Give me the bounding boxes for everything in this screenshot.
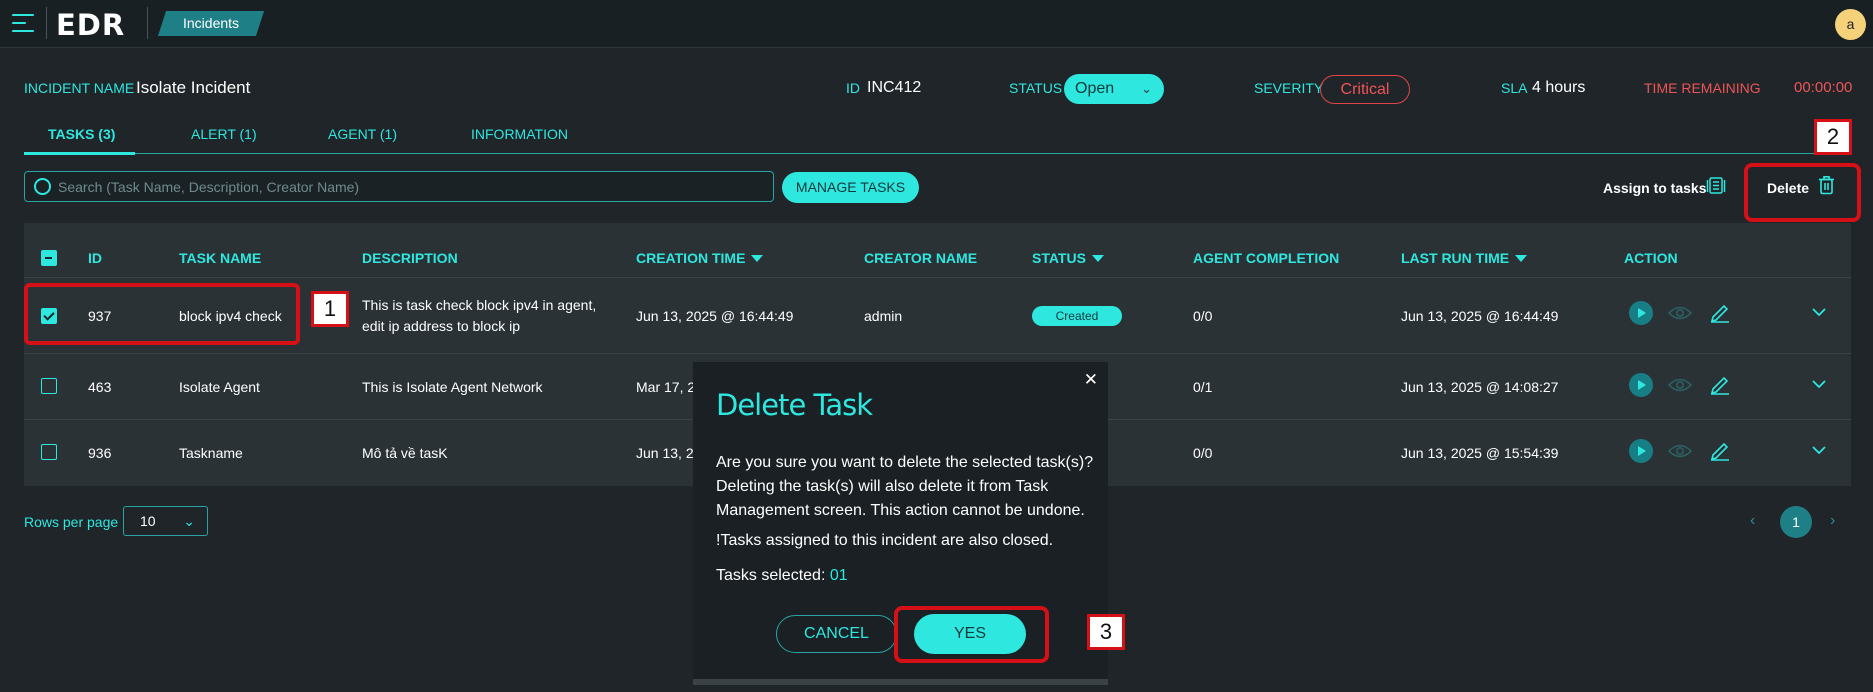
agent-completion: 0/0 (1193, 445, 1213, 461)
manage-tasks-button[interactable]: MANAGE TASKS (782, 172, 919, 203)
column-header-id[interactable]: ID (88, 250, 102, 266)
tab-divider (24, 153, 1851, 154)
time-remaining: 00:00:00 (1794, 79, 1853, 96)
column-header-status[interactable]: STATUS (1032, 250, 1104, 266)
next-page-icon[interactable]: › (1830, 512, 1835, 530)
callout-box-2 (1744, 163, 1861, 222)
task-description: This is task check block ipv4 in agent, (362, 297, 597, 313)
agent-completion: 0/1 (1193, 379, 1213, 395)
chevron-down-icon: ⌄ (183, 513, 195, 529)
task-description: Mô tả về tasK (362, 445, 448, 461)
search-icon (34, 178, 51, 195)
divider (147, 7, 148, 39)
expand-row-icon[interactable] (1812, 446, 1826, 455)
last-run-time: Jun 13, 2025 @ 14:08:27 (1401, 379, 1559, 395)
last-run-time: Jun 13, 2025 @ 16:44:49 (1401, 308, 1559, 324)
row-checkbox[interactable] (41, 378, 57, 394)
sla-label: SLA (1501, 80, 1528, 96)
creation-time: Jun 13, 2025 @ 16:44:49 (636, 308, 794, 324)
status-badge: Created (1032, 306, 1122, 326)
callout-box-3 (894, 606, 1049, 663)
dialog-warning: !Tasks assigned to this incident are als… (716, 532, 1054, 549)
column-header-creation-time[interactable]: CREATION TIME (636, 250, 764, 266)
select-all-checkbox[interactable] (41, 250, 57, 266)
task-name: Taskname (179, 445, 243, 461)
column-header-description[interactable]: DESCRIPTION (362, 250, 458, 266)
filter-icon[interactable] (1091, 255, 1104, 262)
run-icon[interactable] (1629, 439, 1653, 463)
sla-value: 4 hours (1532, 79, 1586, 96)
assign-to-tasks-label[interactable]: Assign to tasks (1603, 180, 1706, 196)
tab-alert[interactable]: ALERT (1) (191, 126, 257, 142)
dialog-title: Delete Task (716, 388, 873, 422)
close-icon[interactable]: ✕ (1084, 370, 1098, 390)
creator-name: admin (864, 308, 903, 324)
app-logo: EDR (56, 8, 126, 42)
tasks-selected-count: 01 (829, 567, 848, 584)
row-checkbox[interactable] (41, 444, 57, 460)
expand-row-icon[interactable] (1812, 380, 1826, 389)
rows-per-page-select[interactable]: 10 ⌄ (123, 506, 208, 536)
rows-per-page-label: Rows per page (24, 514, 119, 530)
incident-id-label: ID (846, 80, 860, 96)
edit-icon[interactable] (1710, 374, 1730, 395)
run-icon[interactable] (1629, 373, 1653, 397)
callout-box-1 (24, 283, 300, 345)
chevron-down-icon: ⌄ (1141, 81, 1152, 96)
search-input[interactable] (58, 176, 758, 198)
user-avatar[interactable]: a (1835, 9, 1866, 40)
expand-row-icon[interactable] (1812, 308, 1826, 317)
cancel-button[interactable]: CANCEL (776, 615, 897, 653)
tab-agent[interactable]: AGENT (1) (328, 126, 397, 142)
tasks-selected-text: Tasks selected: 01 (716, 567, 848, 585)
status-select[interactable]: Open ⌄ (1064, 74, 1164, 104)
page-number-current[interactable]: 1 (1780, 506, 1812, 538)
task-description: This is Isolate Agent Network (362, 379, 543, 395)
task-id: 463 (88, 379, 112, 395)
time-remaining-label: TIME REMAINING (1644, 80, 1761, 96)
column-header-last-run-time[interactable]: LAST RUN TIME (1401, 250, 1528, 266)
callout-number-2: 2 (1814, 119, 1852, 155)
top-bar: EDR Incidents a (0, 0, 1873, 48)
severity-label: SEVERITY (1254, 80, 1324, 96)
view-icon[interactable] (1668, 443, 1692, 459)
divider (46, 7, 47, 39)
creation-time: Jun 13, 20 (636, 445, 702, 461)
view-icon[interactable] (1668, 377, 1692, 393)
menu-icon[interactable] (12, 12, 36, 34)
column-header-creator-name[interactable]: CREATOR NAME (864, 250, 977, 266)
incident-name-label: INCIDENT NAME (24, 80, 135, 96)
filter-icon[interactable] (751, 255, 764, 262)
breadcrumb-incidents[interactable]: Incidents (157, 11, 265, 36)
search-box (24, 171, 774, 202)
active-tab-indicator (24, 152, 135, 155)
creation-time: Mar 17, 2 (636, 379, 696, 395)
tab-information[interactable]: INFORMATION (471, 126, 568, 142)
run-icon[interactable] (1629, 301, 1653, 325)
task-name: Isolate Agent (179, 379, 260, 395)
tasks-selected-label: Tasks selected: (716, 567, 826, 584)
edit-icon[interactable] (1710, 302, 1730, 323)
severity-badge: Critical (1320, 75, 1410, 104)
status-label: STATUS (1009, 80, 1063, 96)
column-header-agent-completion[interactable]: AGENT COMPLETION (1193, 250, 1339, 266)
column-header-task-name[interactable]: TASK NAME (179, 250, 261, 266)
agent-completion: 0/0 (1193, 308, 1213, 324)
callout-number-3: 3 (1087, 614, 1125, 650)
last-run-time: Jun 13, 2025 @ 15:54:39 (1401, 445, 1559, 461)
task-id: 936 (88, 445, 112, 461)
task-description-line2: edit ip address to block ip (362, 318, 520, 334)
incident-id: INC412 (867, 79, 922, 96)
filter-icon[interactable] (1515, 255, 1528, 262)
assign-tasks-icon[interactable] (1706, 176, 1726, 195)
view-icon[interactable] (1668, 305, 1692, 321)
dialog-message: Are you sure you want to delete the sele… (716, 454, 1094, 519)
tab-tasks[interactable]: TASKS (3) (48, 126, 115, 142)
column-header-action: ACTION (1624, 250, 1678, 266)
edit-icon[interactable] (1710, 440, 1730, 461)
incident-name: Isolate Incident (136, 78, 251, 97)
previous-page-icon[interactable]: ‹ (1750, 512, 1755, 530)
callout-number-1: 1 (311, 291, 349, 327)
